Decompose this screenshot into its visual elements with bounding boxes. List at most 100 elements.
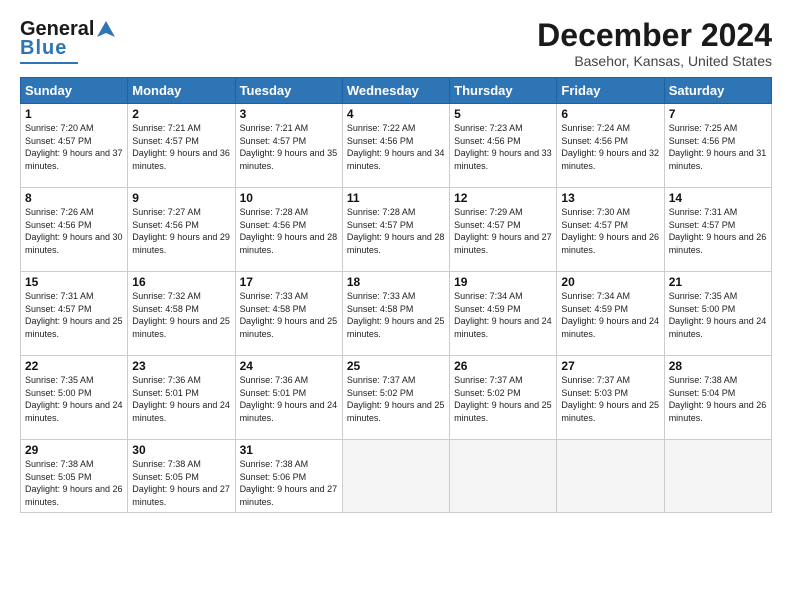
- sunset: Sunset: 4:56 PM: [454, 136, 521, 146]
- day-info: Sunrise: 7:21 AMSunset: 4:57 PMDaylight:…: [240, 122, 338, 172]
- table-row: 2Sunrise: 7:21 AMSunset: 4:57 PMDaylight…: [128, 104, 235, 188]
- daylight: Daylight: 9 hours and 25 minutes.: [25, 316, 123, 339]
- logo-icon: [95, 19, 117, 41]
- table-row: 6Sunrise: 7:24 AMSunset: 4:56 PMDaylight…: [557, 104, 664, 188]
- sunrise: Sunrise: 7:28 AM: [240, 207, 309, 217]
- table-row: 18Sunrise: 7:33 AMSunset: 4:58 PMDayligh…: [342, 272, 449, 356]
- sunrise: Sunrise: 7:34 AM: [561, 291, 630, 301]
- day-info: Sunrise: 7:25 AMSunset: 4:56 PMDaylight:…: [669, 122, 767, 172]
- day-number: 9: [132, 191, 230, 205]
- table-row: [557, 440, 664, 512]
- sunrise: Sunrise: 7:21 AM: [240, 123, 309, 133]
- sunrise: Sunrise: 7:36 AM: [240, 375, 309, 385]
- table-row: 27Sunrise: 7:37 AMSunset: 5:03 PMDayligh…: [557, 356, 664, 440]
- sunrise: Sunrise: 7:25 AM: [669, 123, 738, 133]
- sunset: Sunset: 5:00 PM: [25, 388, 92, 398]
- day-info: Sunrise: 7:37 AMSunset: 5:02 PMDaylight:…: [347, 374, 445, 424]
- sunset: Sunset: 5:04 PM: [669, 388, 736, 398]
- sunrise: Sunrise: 7:28 AM: [347, 207, 416, 217]
- col-thursday: Thursday: [450, 78, 557, 104]
- sunrise: Sunrise: 7:23 AM: [454, 123, 523, 133]
- daylight: Daylight: 9 hours and 24 minutes.: [25, 400, 123, 423]
- day-number: 3: [240, 107, 338, 121]
- day-info: Sunrise: 7:36 AMSunset: 5:01 PMDaylight:…: [132, 374, 230, 424]
- day-info: Sunrise: 7:36 AMSunset: 5:01 PMDaylight:…: [240, 374, 338, 424]
- sunrise: Sunrise: 7:38 AM: [669, 375, 738, 385]
- day-info: Sunrise: 7:28 AMSunset: 4:56 PMDaylight:…: [240, 206, 338, 256]
- daylight: Daylight: 9 hours and 27 minutes.: [454, 232, 552, 255]
- sunrise: Sunrise: 7:38 AM: [25, 459, 94, 469]
- table-row: 17 Sunrise: 7:33 AM Sunset: 4:58 PM Dayligh…: [235, 272, 342, 356]
- sunset: Sunset: 4:57 PM: [25, 136, 92, 146]
- daylight: Daylight: 9 hours and 34 minutes.: [347, 148, 445, 171]
- day-info: Sunrise: 7:33 AM Sunset: 4:58 PM Daylight:…: [240, 290, 338, 340]
- day-info: Sunrise: 7:33 AMSunset: 4:58 PMDaylight:…: [347, 290, 445, 340]
- sunrise: Sunrise: 7:20 AM: [25, 123, 94, 133]
- day-info: Sunrise: 7:37 AMSunset: 5:03 PMDaylight:…: [561, 374, 659, 424]
- day-info: Sunrise: 7:38 AMSunset: 5:05 PMDaylight:…: [132, 458, 230, 508]
- day-info: Sunrise: 7:23 AMSunset: 4:56 PMDaylight:…: [454, 122, 552, 172]
- sunset: Sunset: 4:56 PM: [347, 136, 414, 146]
- sunset: Sunset: 4:57 PM: [132, 136, 199, 146]
- day-number: 4: [347, 107, 445, 121]
- daylight: Daylight: 9 hours and 31 minutes.: [669, 148, 767, 171]
- table-row: 5Sunrise: 7:23 AMSunset: 4:56 PMDaylight…: [450, 104, 557, 188]
- day-number: 30: [132, 443, 230, 457]
- sunrise: Sunrise: 7:37 AM: [561, 375, 630, 385]
- logo-blue: Blue: [20, 37, 67, 60]
- day-info: Sunrise: 7:24 AMSunset: 4:56 PMDaylight:…: [561, 122, 659, 172]
- day-number: 28: [669, 359, 767, 373]
- daylight: Daylight: 9 hours and 25 minutes.: [240, 316, 338, 339]
- day-info: Sunrise: 7:35 AMSunset: 5:00 PMDaylight:…: [669, 290, 767, 340]
- table-row: 20Sunrise: 7:34 AMSunset: 4:59 PMDayligh…: [557, 272, 664, 356]
- page: General Blue December 2024 Basehor, Kans…: [0, 0, 792, 612]
- table-row: 12Sunrise: 7:29 AMSunset: 4:57 PMDayligh…: [450, 188, 557, 272]
- sunset: Sunset: 5:05 PM: [25, 472, 92, 482]
- sunrise: Sunrise: 7:26 AM: [25, 207, 94, 217]
- day-number: 11: [347, 191, 445, 205]
- sunset: Sunset: 4:58 PM: [132, 304, 199, 314]
- sunrise: Sunrise: 7:21 AM: [132, 123, 201, 133]
- sunrise: Sunrise: 7:37 AM: [454, 375, 523, 385]
- sunrise: Sunrise: 7:24 AM: [561, 123, 630, 133]
- sunset: Sunset: 5:02 PM: [347, 388, 414, 398]
- calendar-week-row: 1 Sunrise: 7:20 AM Sunset: 4:57 PM Daylight…: [21, 104, 772, 188]
- col-friday: Friday: [557, 78, 664, 104]
- daylight: Daylight: 9 hours and 25 minutes.: [132, 316, 230, 339]
- calendar-week-row: 15Sunrise: 7:31 AMSunset: 4:57 PMDayligh…: [21, 272, 772, 356]
- day-number: 7: [669, 107, 767, 121]
- sunrise: Sunrise: 7:38 AM: [240, 459, 309, 469]
- day-number: 22: [25, 359, 123, 373]
- location: Basehor, Kansas, United States: [537, 53, 772, 69]
- day-number: 26: [454, 359, 552, 373]
- day-info: Sunrise: 7:29 AMSunset: 4:57 PMDaylight:…: [454, 206, 552, 256]
- sunset: Sunset: 4:59 PM: [561, 304, 628, 314]
- day-info: Sunrise: 7:20 AMSunset: 4:57 PMDaylight:…: [25, 122, 123, 172]
- daylight: Daylight: 9 hours and 27 minutes.: [132, 484, 230, 507]
- table-row: 19Sunrise: 7:34 AMSunset: 4:59 PMDayligh…: [450, 272, 557, 356]
- day-number: 29: [25, 443, 123, 457]
- day-number: 6: [561, 107, 659, 121]
- day-number: 1: [25, 107, 123, 121]
- daylight: Daylight: 9 hours and 30 minutes.: [25, 232, 123, 255]
- day-info: Sunrise: 7:31 AMSunset: 4:57 PMDaylight:…: [669, 206, 767, 256]
- day-number: 17: [240, 275, 338, 289]
- day-number: 15: [25, 275, 123, 289]
- day-info: Sunrise: 7:37 AMSunset: 5:02 PMDaylight:…: [454, 374, 552, 424]
- day-number: 21: [669, 275, 767, 289]
- daylight: Daylight: 9 hours and 24 minutes.: [669, 316, 767, 339]
- table-row: [342, 440, 449, 512]
- sunset: Sunset: 5:06 PM: [240, 472, 307, 482]
- table-row: 8Sunrise: 7:26 AMSunset: 4:56 PMDaylight…: [21, 188, 128, 272]
- daylight: Daylight: 9 hours and 26 minutes.: [669, 400, 767, 423]
- day-info: Sunrise: 7:21 AMSunset: 4:57 PMDaylight:…: [132, 122, 230, 172]
- sunset: Sunset: 4:56 PM: [240, 220, 307, 230]
- daylight: Daylight: 9 hours and 27 minutes.: [240, 484, 338, 507]
- table-row: 14Sunrise: 7:31 AMSunset: 4:57 PMDayligh…: [664, 188, 771, 272]
- day-info: Sunrise: 7:38 AMSunset: 5:05 PMDaylight:…: [25, 458, 123, 508]
- col-monday: Monday: [128, 78, 235, 104]
- table-row: 26Sunrise: 7:37 AMSunset: 5:02 PMDayligh…: [450, 356, 557, 440]
- sunrise: Sunrise: 7:33 AM: [240, 291, 309, 301]
- table-row: 11Sunrise: 7:28 AMSunset: 4:57 PMDayligh…: [342, 188, 449, 272]
- sunset: Sunset: 4:58 PM: [240, 304, 307, 314]
